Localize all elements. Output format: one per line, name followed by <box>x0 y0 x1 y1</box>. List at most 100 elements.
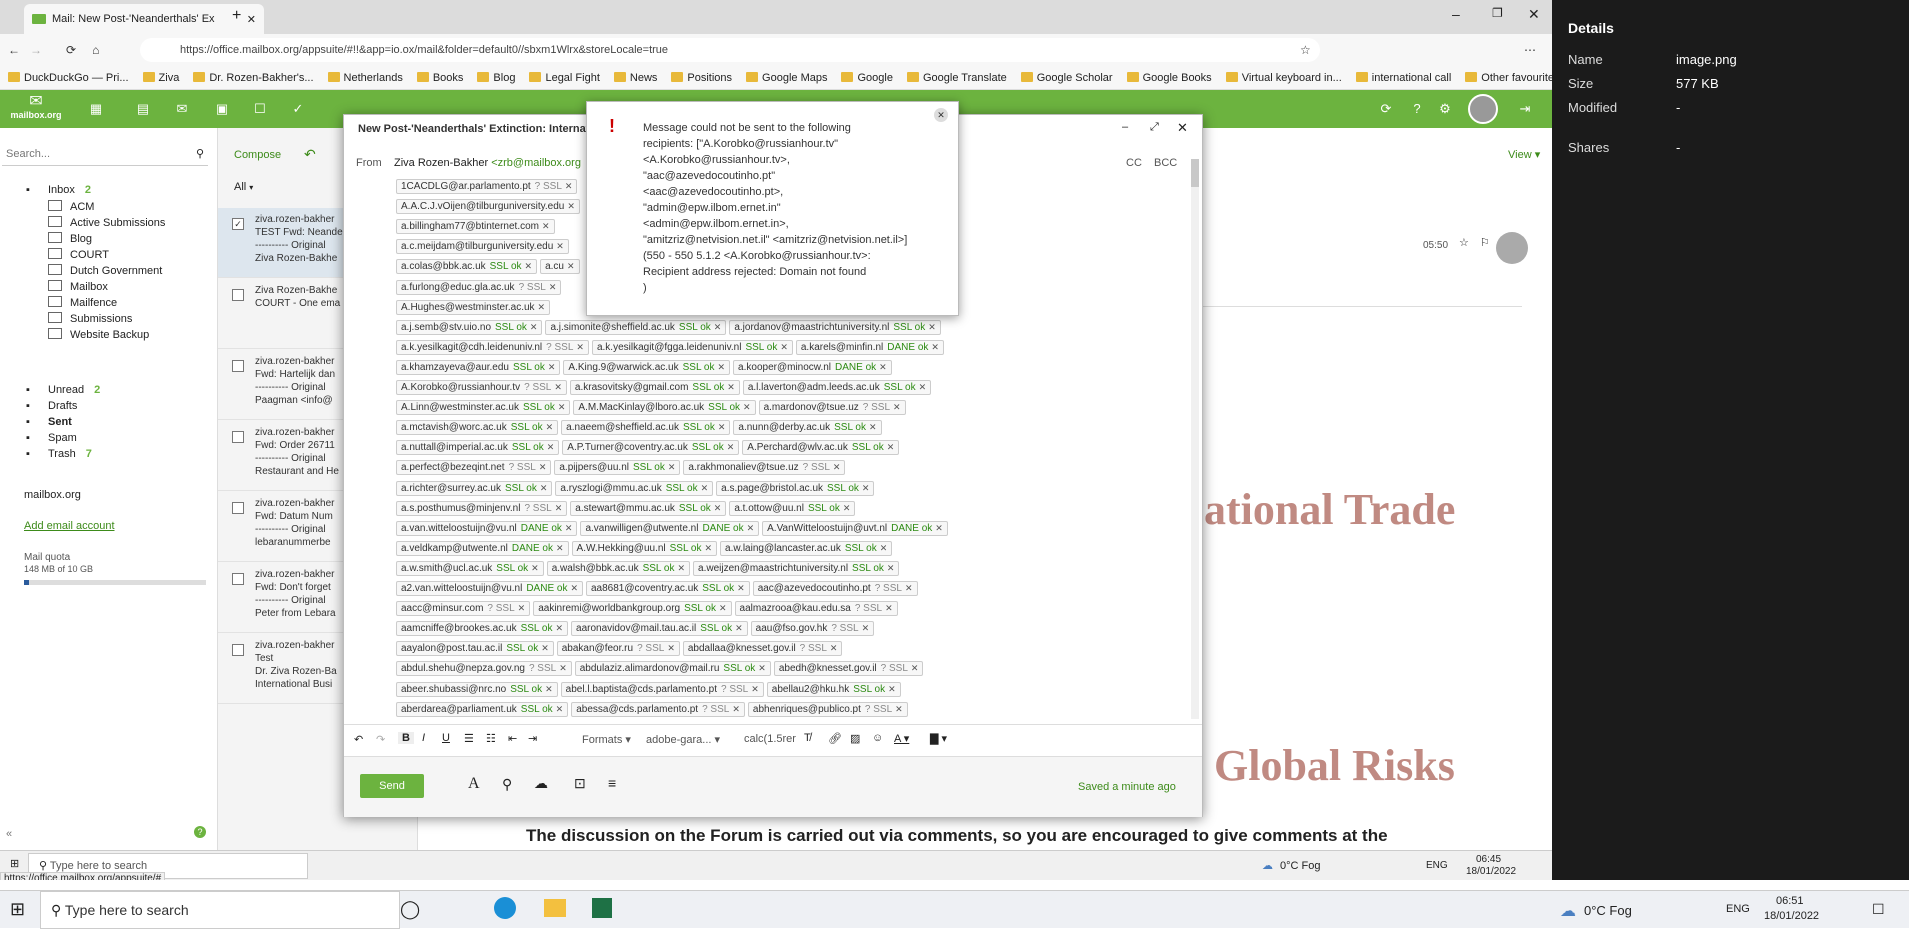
remove-recipient-icon[interactable]: ✕ <box>565 181 573 191</box>
mail-checkbox[interactable] <box>232 573 244 585</box>
favorites-icon[interactable]: ☆ <box>1300 43 1311 57</box>
task-view-icon[interactable]: ◯ <box>400 899 420 920</box>
forward-icon[interactable]: → <box>30 43 42 57</box>
recipient-chip[interactable]: aacc@minsur.com? SSL ✕ <box>396 601 531 617</box>
remove-recipient-icon[interactable]: ✕ <box>565 523 573 533</box>
remove-recipient-icon[interactable]: ✕ <box>919 382 927 392</box>
folder-court[interactable]: COURT <box>48 248 109 261</box>
notifications-icon[interactable]: ☐ <box>1872 901 1885 918</box>
recipient-chip[interactable]: abdallaa@knesset.gov.il? SSL ✕ <box>682 641 843 657</box>
star-icon[interactable]: ☆ <box>1459 236 1469 249</box>
mail-checkbox[interactable] <box>232 289 244 301</box>
reply-icon[interactable]: ↶ <box>304 146 316 163</box>
edge-icon[interactable] <box>494 897 516 919</box>
folder-inbox[interactable]: Inbox 2 ▪ <box>26 184 91 196</box>
underline-icon[interactable]: U <box>442 732 450 744</box>
remove-recipient-icon[interactable]: ✕ <box>887 442 895 452</box>
remove-recipient-icon[interactable]: ✕ <box>714 322 722 332</box>
remove-recipient-icon[interactable]: ✕ <box>732 704 740 714</box>
recipient-chip[interactable]: abakan@feor.ru? SSL ✕ <box>556 641 680 657</box>
remove-recipient-icon[interactable]: ✕ <box>555 503 563 513</box>
tasks-icon[interactable]: ✓ <box>290 101 306 117</box>
recipient-chip[interactable]: a.veldkamp@utwente.nl DANE ok ✕ <box>396 540 569 556</box>
browser-tab[interactable]: Mail: New Post-'Neanderthals' Ex ✕ <box>24 4 264 34</box>
bookmark-item[interactable]: Google Scholar <box>1021 72 1113 84</box>
recipient-chip[interactable]: a.jordanov@maastrichtuniversity.nl SSL ok… <box>729 319 941 335</box>
numbered-list-icon[interactable]: ☷ <box>486 732 496 745</box>
help-icon[interactable]: ? <box>1409 101 1425 117</box>
excel-icon[interactable] <box>592 898 612 918</box>
remove-recipient-icon[interactable]: ✕ <box>935 523 943 533</box>
clock-time[interactable]: 06:45 <box>1476 854 1501 865</box>
recipient-chip[interactable]: a.pijpers@uu.nl SSL ok ✕ <box>554 460 681 476</box>
recipient-chip[interactable]: a.t.ottow@uu.nl SSL ok ✕ <box>729 500 856 516</box>
mail-checkbox[interactable]: ✓ <box>232 218 244 230</box>
bookmark-item[interactable]: Google Maps <box>746 72 827 84</box>
mailbox-logo[interactable]: ✉ mailbox.org <box>10 94 62 121</box>
remove-recipient-icon[interactable]: ✕ <box>727 442 735 452</box>
remove-recipient-icon[interactable]: ✕ <box>905 583 913 593</box>
recipient-chip[interactable]: aayalon@post.tau.ac.il SSL ok ✕ <box>396 641 554 657</box>
recipient-chip[interactable]: a.naeem@sheffield.ac.uk SSL ok ✕ <box>561 420 731 436</box>
clock-date[interactable]: 18/01/2022 <box>1466 866 1516 877</box>
image-icon[interactable]: ▨ <box>850 732 860 745</box>
redo-icon[interactable]: ↷ <box>376 733 385 746</box>
recipient-chip[interactable]: a.kooper@minocw.nl DANE ok ✕ <box>733 359 892 375</box>
outer-weather-icon[interactable]: ☁ <box>1560 901 1576 921</box>
minimize-compose-icon[interactable]: – <box>1122 121 1128 133</box>
bookmark-item[interactable]: Books <box>417 72 464 84</box>
recipient-chip[interactable]: a.vanwilligen@utwente.nl DANE ok ✕ <box>580 520 760 536</box>
remove-recipient-icon[interactable]: ✕ <box>546 422 554 432</box>
close-tab-icon[interactable]: ✕ <box>247 13 256 26</box>
recipient-chip[interactable]: a.s.posthumus@minjenv.nl? SSL ✕ <box>396 500 568 516</box>
recipient-chip[interactable]: aakinremi@worldbankgroup.org SSL ok ✕ <box>533 601 732 617</box>
text-color-icon[interactable]: A ▾ <box>894 732 909 745</box>
recipient-chip[interactable]: A.Korobko@russianhour.tv? SSL ✕ <box>396 380 567 395</box>
recipient-chip[interactable]: A.King.9@warwick.ac.uk SSL ok ✕ <box>563 359 731 375</box>
indent-icon[interactable]: ⇥ <box>528 732 537 745</box>
recipient-chip[interactable]: a.billingham77@btinternet.com ✕ <box>396 219 555 235</box>
remove-recipient-icon[interactable]: ✕ <box>545 684 553 694</box>
remove-recipient-icon[interactable]: ✕ <box>751 684 759 694</box>
folder-mailfence[interactable]: Mailfence <box>48 296 117 309</box>
bookmark-item[interactable]: Google <box>841 72 892 84</box>
bookmark-item[interactable]: Legal Fight <box>529 72 599 84</box>
recipient-chip[interactable]: A.Perchard@wlv.ac.uk SSL ok ✕ <box>742 440 900 456</box>
remove-recipient-icon[interactable]: ✕ <box>780 342 788 352</box>
remove-recipient-icon[interactable]: ✕ <box>862 483 870 493</box>
remove-recipient-icon[interactable]: ✕ <box>718 422 726 432</box>
recipient-chip[interactable]: 1CACDLG@ar.parlamento.pt? SSL ✕ <box>396 179 578 194</box>
bookmark-item[interactable]: DuckDuckGo — Pri... <box>8 72 129 84</box>
recipient-chip[interactable]: a.stewart@mmu.ac.uk SSL ok ✕ <box>570 500 727 516</box>
recipient-chip[interactable]: a.s.page@bristol.ac.uk SSL ok ✕ <box>716 480 875 496</box>
portal-icon[interactable]: ▤ <box>135 101 151 117</box>
remove-recipient-icon[interactable]: ✕ <box>547 442 555 452</box>
italic-icon[interactable]: I <box>422 732 425 744</box>
bookmark-item[interactable]: Ziva <box>143 72 180 84</box>
remove-recipient-icon[interactable]: ✕ <box>570 583 578 593</box>
folder-trash[interactable]: Trash 7 ▪ <box>26 448 92 460</box>
remove-recipient-icon[interactable]: ✕ <box>567 261 575 271</box>
folder-blog[interactable]: Blog <box>48 232 92 245</box>
folder-drafts[interactable]: Drafts ▪ <box>26 400 77 412</box>
remove-recipient-icon[interactable]: ✕ <box>719 603 727 613</box>
dialog-close-icon[interactable]: ✕ <box>934 108 948 122</box>
cloud-icon[interactable]: ☁ <box>534 775 548 792</box>
background-color-icon[interactable]: ▇ ▾ <box>930 732 947 745</box>
recipient-chip[interactable]: A.P.Turner@coventry.ac.uk SSL ok ✕ <box>562 440 740 456</box>
bookmark-item[interactable]: Blog <box>477 72 515 84</box>
search-input[interactable]: Search... <box>2 148 50 160</box>
recipient-chip[interactable]: a.weijzen@maastrichtuniversity.nl SSL ok ✕ <box>693 560 900 576</box>
font-dropdown[interactable]: adobe-gara... ▾ <box>646 733 720 746</box>
folder-submissions[interactable]: Submissions <box>48 312 132 325</box>
menu-icon[interactable]: ⋯ <box>1524 43 1536 57</box>
remove-recipient-icon[interactable]: ✕ <box>879 362 887 372</box>
recipient-chip[interactable]: a.ryszlogi@mmu.ac.uk SSL ok ✕ <box>555 480 714 496</box>
recipient-chip[interactable]: a.furlong@educ.gla.ac.uk? SSL ✕ <box>396 279 562 295</box>
recipient-chip[interactable]: abellau2@hku.hk SSL ok ✕ <box>766 681 901 697</box>
bcc-button[interactable]: BCC <box>1154 157 1177 169</box>
remove-recipient-icon[interactable]: ✕ <box>701 483 709 493</box>
outer-search[interactable]: ⚲ Type here to search <box>40 891 400 929</box>
remove-recipient-icon[interactable]: ✕ <box>555 623 563 633</box>
recipient-chip[interactable]: A.Hughes@westminster.ac.uk ✕ <box>396 299 551 315</box>
